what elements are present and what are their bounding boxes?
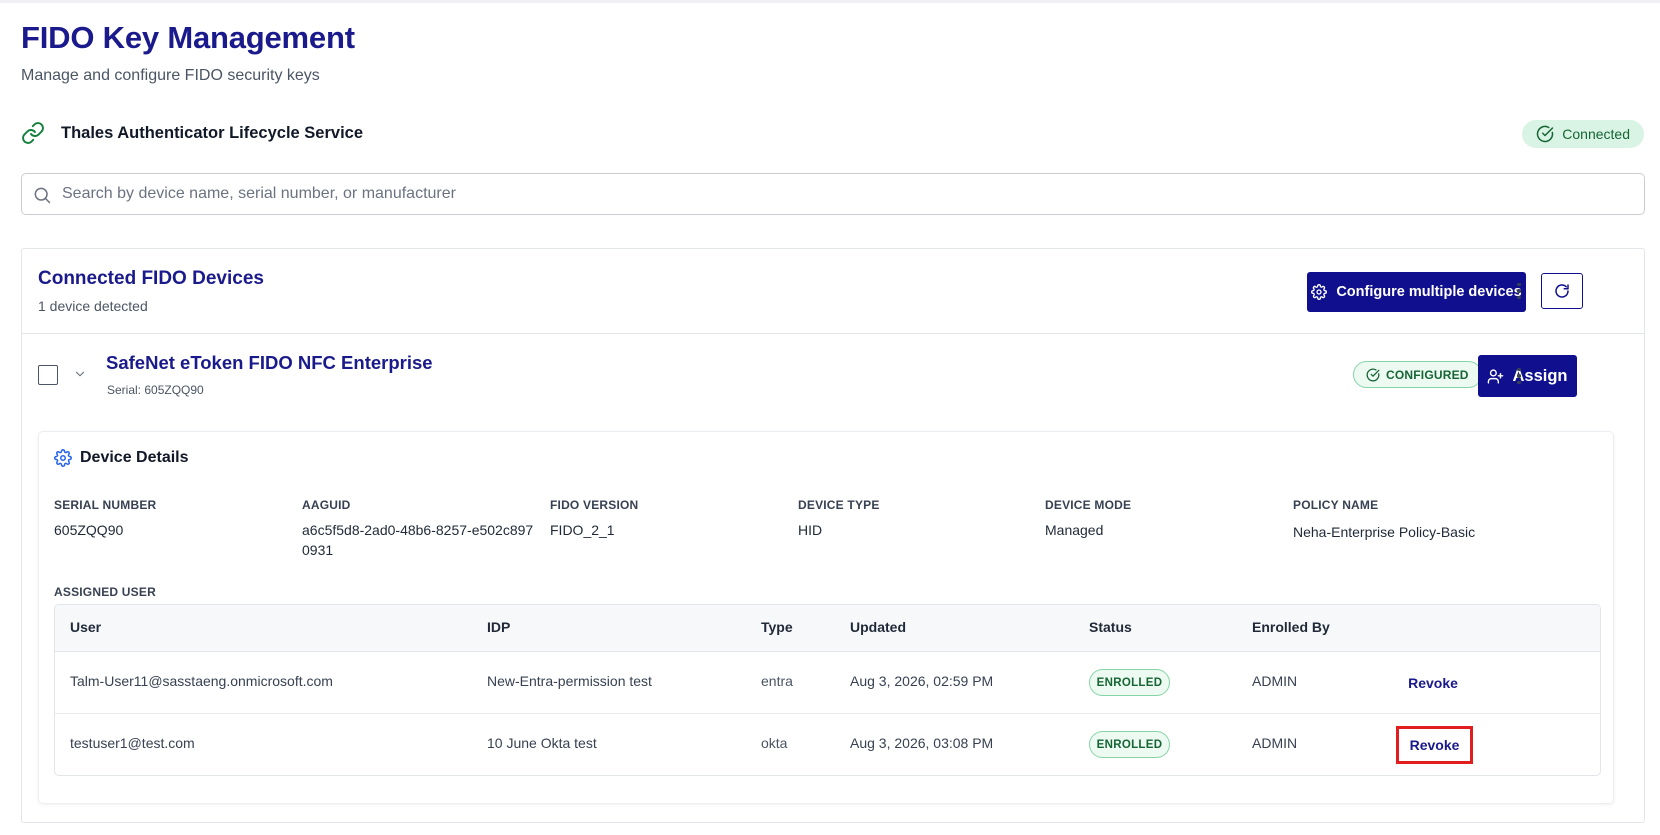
- page-title: FIDO Key Management: [21, 20, 355, 55]
- serial-number-field: SERIAL NUMBER 605ZQQ90: [54, 498, 284, 540]
- panel-title: Connected FIDO Devices: [38, 268, 264, 289]
- cell-idp: 10 June Okta test: [487, 735, 597, 751]
- configured-status-label: CONFIGURED: [1386, 367, 1469, 382]
- serial-number-value: 605ZQQ90: [54, 522, 124, 538]
- aaguid-label: AAGUID: [302, 498, 351, 512]
- assigned-users-table: User IDP Type Updated Status Enrolled By…: [54, 604, 1601, 776]
- device-more-menu-icon[interactable]: [1509, 364, 1529, 388]
- device-mode-value: Managed: [1045, 522, 1104, 538]
- connection-status-badge: Connected: [1522, 120, 1644, 148]
- check-circle-icon: [1366, 368, 1380, 381]
- search-input[interactable]: [62, 175, 1632, 213]
- search-icon: [34, 187, 51, 204]
- cell-enrolled-by: ADMIN: [1252, 673, 1298, 689]
- fido-version-label: FIDO VERSION: [550, 498, 639, 512]
- aaguid-value: a6c5f5d8-2ad0-48b6-8257-e502c8970931: [302, 522, 534, 558]
- service-name: Thales Authenticator Lifecycle Service: [61, 124, 364, 142]
- configure-multiple-devices-button[interactable]: Configure multiple devices: [1307, 272, 1526, 312]
- device-details-header: Device Details: [54, 449, 189, 467]
- search-bar: [21, 173, 1645, 215]
- column-header-updated: Updated: [850, 619, 906, 635]
- column-header-idp: IDP: [487, 619, 511, 635]
- service-row: Thales Authenticator Lifecycle Service C…: [21, 120, 1644, 153]
- device-select-checkbox[interactable]: [38, 365, 58, 385]
- policy-name-label: POLICY NAME: [1293, 498, 1379, 512]
- revoke-button[interactable]: Revoke: [1397, 666, 1469, 700]
- policy-name-value: Neha-Enterprise Policy-Basic: [1293, 524, 1476, 540]
- aaguid-field: AAGUID a6c5f5d8-2ad0-48b6-8257-e502c8970…: [302, 498, 537, 560]
- cell-updated: Aug 3, 2026, 03:08 PM: [850, 735, 994, 751]
- device-count: 1 device detected: [38, 298, 148, 314]
- column-header-type: Type: [761, 619, 793, 635]
- page-subtitle: Manage and configure FIDO security keys: [21, 67, 320, 84]
- device-name: SafeNet eToken FIDO NFC Enterprise: [106, 352, 433, 373]
- serial-number-label: SERIAL NUMBER: [54, 498, 157, 512]
- revoke-button-highlighted[interactable]: Revoke: [1396, 726, 1473, 764]
- table-header: User IDP Type Updated Status Enrolled By: [55, 605, 1600, 652]
- cell-enrolled-by: ADMIN: [1252, 735, 1298, 751]
- device-row: SafeNet eToken FIDO NFC Enterprise Seria…: [22, 334, 1644, 424]
- device-type-value: HID: [798, 522, 823, 538]
- cell-user: Talm-User11@sasstaeng.onmicrosoft.com: [70, 673, 333, 689]
- connected-devices-panel: Connected FIDO Devices 1 device detected…: [21, 248, 1645, 823]
- add-user-icon: [1488, 368, 1504, 384]
- device-serial: Serial: 605ZQQ90: [107, 383, 204, 397]
- column-header-user: User: [70, 619, 102, 635]
- device-type-field: DEVICE TYPE HID: [798, 498, 1028, 540]
- enrolled-status-badge: ENROLLED: [1089, 731, 1170, 758]
- link-icon: [22, 122, 44, 144]
- cell-updated: Aug 3, 2026, 02:59 PM: [850, 673, 994, 689]
- chevron-down-icon[interactable]: [73, 367, 87, 381]
- device-type-label: DEVICE TYPE: [798, 498, 880, 512]
- settings-gear-icon: [54, 449, 72, 467]
- panel-header: Connected FIDO Devices 1 device detected…: [22, 249, 1644, 334]
- cell-user: testuser1@test.com: [70, 735, 195, 751]
- cell-idp: New-Entra-permission test: [487, 673, 652, 689]
- cell-type: okta: [761, 735, 788, 751]
- policy-name-field: POLICY NAME Neha-Enterprise Policy-Basic: [1293, 498, 1593, 542]
- panel-more-menu-icon[interactable]: [1509, 279, 1529, 303]
- configure-multiple-devices-label: Configure multiple devices: [1336, 284, 1522, 300]
- table-row: Talm-User11@sasstaeng.onmicrosoft.com Ne…: [55, 652, 1600, 714]
- check-circle-icon: [1537, 125, 1554, 143]
- refresh-button[interactable]: [1541, 273, 1583, 309]
- fido-version-value: FIDO_2_1: [550, 522, 615, 538]
- fido-version-field: FIDO VERSION FIDO_2_1: [550, 498, 780, 540]
- enrolled-status-badge: ENROLLED: [1089, 669, 1170, 696]
- column-header-status: Status: [1089, 619, 1132, 635]
- device-details-panel: Device Details SERIAL NUMBER 605ZQQ90 AA…: [38, 431, 1614, 804]
- cell-type: entra: [761, 673, 793, 689]
- device-details-title: Device Details: [80, 449, 189, 466]
- assigned-user-label: ASSIGNED USER: [54, 585, 156, 599]
- top-border: [0, 0, 1660, 3]
- device-mode-field: DEVICE MODE Managed: [1045, 498, 1275, 540]
- gear-icon: [1311, 284, 1328, 300]
- column-header-enrolled-by: Enrolled By: [1252, 619, 1330, 635]
- table-row: testuser1@test.com 10 June Okta test okt…: [55, 714, 1600, 775]
- connection-status-label: Connected: [1562, 126, 1630, 142]
- device-mode-label: DEVICE MODE: [1045, 498, 1132, 512]
- refresh-icon: [1555, 284, 1569, 298]
- configured-status-badge: CONFIGURED: [1353, 361, 1482, 388]
